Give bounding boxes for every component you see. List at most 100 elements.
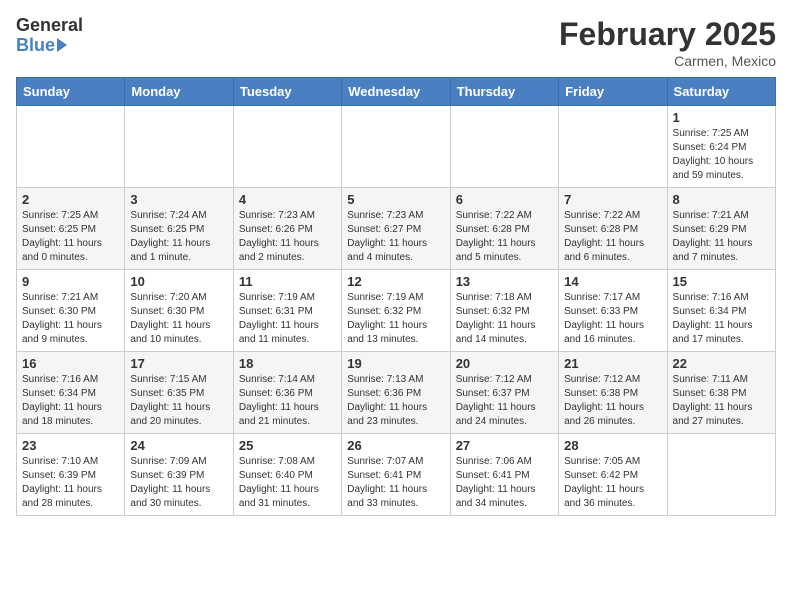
day-info: Sunrise: 7:25 AM Sunset: 6:24 PM Dayligh…: [673, 127, 770, 183]
day-number: 17: [130, 356, 227, 371]
weekday-header-saturday: Saturday: [667, 78, 775, 106]
weekday-header-row: SundayMondayTuesdayWednesdayThursdayFrid…: [17, 78, 776, 106]
day-info: Sunrise: 7:22 AM Sunset: 6:28 PM Dayligh…: [456, 209, 553, 265]
calendar-cell: 13Sunrise: 7:18 AM Sunset: 6:32 PM Dayli…: [450, 270, 558, 352]
day-number: 8: [673, 192, 770, 207]
calendar-cell: 2 Sunrise: 7:25 AM Sunset: 6:25 PM Daylig…: [17, 188, 125, 270]
calendar-cell: 11 Sunrise: 7:19 AM Sunset: 6:31 PM Dayli…: [233, 270, 341, 352]
day-info: Sunrise: 7:10 AM Sunset: 6:39 PM Dayligh…: [22, 455, 119, 511]
calendar-cell: 8 Sunrise: 7:21 AM Sunset: 6:29 PM Daylig…: [667, 188, 775, 270]
day-info: Sunrise: 7:16 AM Sunset: 6:34 PM Dayligh…: [673, 291, 770, 347]
calendar-table: SundayMondayTuesdayWednesdayThursdayFrid…: [16, 77, 776, 516]
calendar-cell: 21 Sunrise: 7:12 AM Sunset: 6:38 PM Dayli…: [559, 352, 667, 434]
day-number: 23: [22, 438, 119, 453]
day-info: Sunrise: 7:19 AM Sunset: 6:32 PM Dayligh…: [347, 291, 444, 347]
logo-blue: Blue: [16, 36, 55, 56]
day-number: 27: [456, 438, 553, 453]
calendar-cell: 17 Sunrise: 7:15 AM Sunset: 6:35 PM Dayli…: [125, 352, 233, 434]
weekday-header-sunday: Sunday: [17, 78, 125, 106]
calendar-cell: 28 Sunrise: 7:05 AM Sunset: 6:42 PM Dayli…: [559, 434, 667, 516]
day-number: 26: [347, 438, 444, 453]
day-info: Sunrise: 7:12 AM Sunset: 6:38 PM Dayligh…: [564, 373, 661, 429]
month-title: February 2025: [559, 16, 776, 53]
calendar-cell: [342, 106, 450, 188]
day-info: Sunrise: 7:21 AM Sunset: 6:30 PM Dayligh…: [22, 291, 119, 347]
weekday-header-monday: Monday: [125, 78, 233, 106]
calendar-cell: 20Sunrise: 7:12 AM Sunset: 6:37 PM Dayli…: [450, 352, 558, 434]
day-info: Sunrise: 7:08 AM Sunset: 6:40 PM Dayligh…: [239, 455, 336, 511]
day-number: 5: [347, 192, 444, 207]
calendar-cell: 25Sunrise: 7:08 AM Sunset: 6:40 PM Dayli…: [233, 434, 341, 516]
day-number: 13: [456, 274, 553, 289]
day-number: 18: [239, 356, 336, 371]
calendar-cell: 26 Sunrise: 7:07 AM Sunset: 6:41 PM Dayli…: [342, 434, 450, 516]
week-row-4: 16Sunrise: 7:16 AM Sunset: 6:34 PM Dayli…: [17, 352, 776, 434]
day-number: 19: [347, 356, 444, 371]
day-number: 22: [673, 356, 770, 371]
calendar-cell: 23 Sunrise: 7:10 AM Sunset: 6:39 PM Dayli…: [17, 434, 125, 516]
calendar-cell: 9 Sunrise: 7:21 AM Sunset: 6:30 PM Daylig…: [17, 270, 125, 352]
day-info: Sunrise: 7:22 AM Sunset: 6:28 PM Dayligh…: [564, 209, 661, 265]
calendar-cell: 24 Sunrise: 7:09 AM Sunset: 6:39 PM Dayli…: [125, 434, 233, 516]
weekday-header-thursday: Thursday: [450, 78, 558, 106]
day-number: 4: [239, 192, 336, 207]
calendar-cell: 16Sunrise: 7:16 AM Sunset: 6:34 PM Dayli…: [17, 352, 125, 434]
week-row-2: 2 Sunrise: 7:25 AM Sunset: 6:25 PM Daylig…: [17, 188, 776, 270]
day-number: 28: [564, 438, 661, 453]
day-number: 9: [22, 274, 119, 289]
calendar-cell: 15 Sunrise: 7:16 AM Sunset: 6:34 PM Dayli…: [667, 270, 775, 352]
day-number: 15: [673, 274, 770, 289]
day-number: 16: [22, 356, 119, 371]
day-number: 12: [347, 274, 444, 289]
day-number: 21: [564, 356, 661, 371]
calendar-cell: 27 Sunrise: 7:06 AM Sunset: 6:41 PM Dayli…: [450, 434, 558, 516]
calendar-cell: 22 Sunrise: 7:11 AM Sunset: 6:38 PM Dayli…: [667, 352, 775, 434]
weekday-header-tuesday: Tuesday: [233, 78, 341, 106]
calendar-cell: 19Sunrise: 7:13 AM Sunset: 6:36 PM Dayli…: [342, 352, 450, 434]
day-info: Sunrise: 7:05 AM Sunset: 6:42 PM Dayligh…: [564, 455, 661, 511]
day-info: Sunrise: 7:23 AM Sunset: 6:26 PM Dayligh…: [239, 209, 336, 265]
calendar-cell: 6 Sunrise: 7:22 AM Sunset: 6:28 PM Daylig…: [450, 188, 558, 270]
logo: General Blue: [16, 16, 83, 56]
calendar-cell: 5 Sunrise: 7:23 AM Sunset: 6:27 PM Daylig…: [342, 188, 450, 270]
day-info: Sunrise: 7:06 AM Sunset: 6:41 PM Dayligh…: [456, 455, 553, 511]
page-header: General Blue February 2025 Carmen, Mexic…: [16, 16, 776, 69]
day-info: Sunrise: 7:17 AM Sunset: 6:33 PM Dayligh…: [564, 291, 661, 347]
calendar-cell: [125, 106, 233, 188]
day-info: Sunrise: 7:23 AM Sunset: 6:27 PM Dayligh…: [347, 209, 444, 265]
week-row-5: 23 Sunrise: 7:10 AM Sunset: 6:39 PM Dayli…: [17, 434, 776, 516]
day-info: Sunrise: 7:11 AM Sunset: 6:38 PM Dayligh…: [673, 373, 770, 429]
day-number: 2: [22, 192, 119, 207]
day-number: 24: [130, 438, 227, 453]
day-number: 6: [456, 192, 553, 207]
calendar-cell: 10 Sunrise: 7:20 AM Sunset: 6:30 PM Dayli…: [125, 270, 233, 352]
week-row-3: 9 Sunrise: 7:21 AM Sunset: 6:30 PM Daylig…: [17, 270, 776, 352]
day-number: 14: [564, 274, 661, 289]
day-number: 11: [239, 274, 336, 289]
day-info: Sunrise: 7:24 AM Sunset: 6:25 PM Dayligh…: [130, 209, 227, 265]
weekday-header-wednesday: Wednesday: [342, 78, 450, 106]
day-info: Sunrise: 7:15 AM Sunset: 6:35 PM Dayligh…: [130, 373, 227, 429]
day-info: Sunrise: 7:19 AM Sunset: 6:31 PM Dayligh…: [239, 291, 336, 347]
day-info: Sunrise: 7:25 AM Sunset: 6:25 PM Dayligh…: [22, 209, 119, 265]
day-number: 20: [456, 356, 553, 371]
weekday-header-friday: Friday: [559, 78, 667, 106]
day-info: Sunrise: 7:07 AM Sunset: 6:41 PM Dayligh…: [347, 455, 444, 511]
calendar-cell: [17, 106, 125, 188]
location: Carmen, Mexico: [559, 53, 776, 69]
day-info: Sunrise: 7:09 AM Sunset: 6:39 PM Dayligh…: [130, 455, 227, 511]
calendar-cell: [233, 106, 341, 188]
day-number: 10: [130, 274, 227, 289]
calendar-cell: 4 Sunrise: 7:23 AM Sunset: 6:26 PM Daylig…: [233, 188, 341, 270]
calendar-cell: [450, 106, 558, 188]
week-row-1: 1Sunrise: 7:25 AM Sunset: 6:24 PM Daylig…: [17, 106, 776, 188]
calendar-cell: 14 Sunrise: 7:17 AM Sunset: 6:33 PM Dayli…: [559, 270, 667, 352]
day-info: Sunrise: 7:21 AM Sunset: 6:29 PM Dayligh…: [673, 209, 770, 265]
logo-general: General: [16, 16, 83, 36]
title-section: February 2025 Carmen, Mexico: [559, 16, 776, 69]
day-number: 3: [130, 192, 227, 207]
day-info: Sunrise: 7:14 AM Sunset: 6:36 PM Dayligh…: [239, 373, 336, 429]
day-info: Sunrise: 7:20 AM Sunset: 6:30 PM Dayligh…: [130, 291, 227, 347]
calendar-cell: 18 Sunrise: 7:14 AM Sunset: 6:36 PM Dayli…: [233, 352, 341, 434]
calendar-cell: 1Sunrise: 7:25 AM Sunset: 6:24 PM Daylig…: [667, 106, 775, 188]
